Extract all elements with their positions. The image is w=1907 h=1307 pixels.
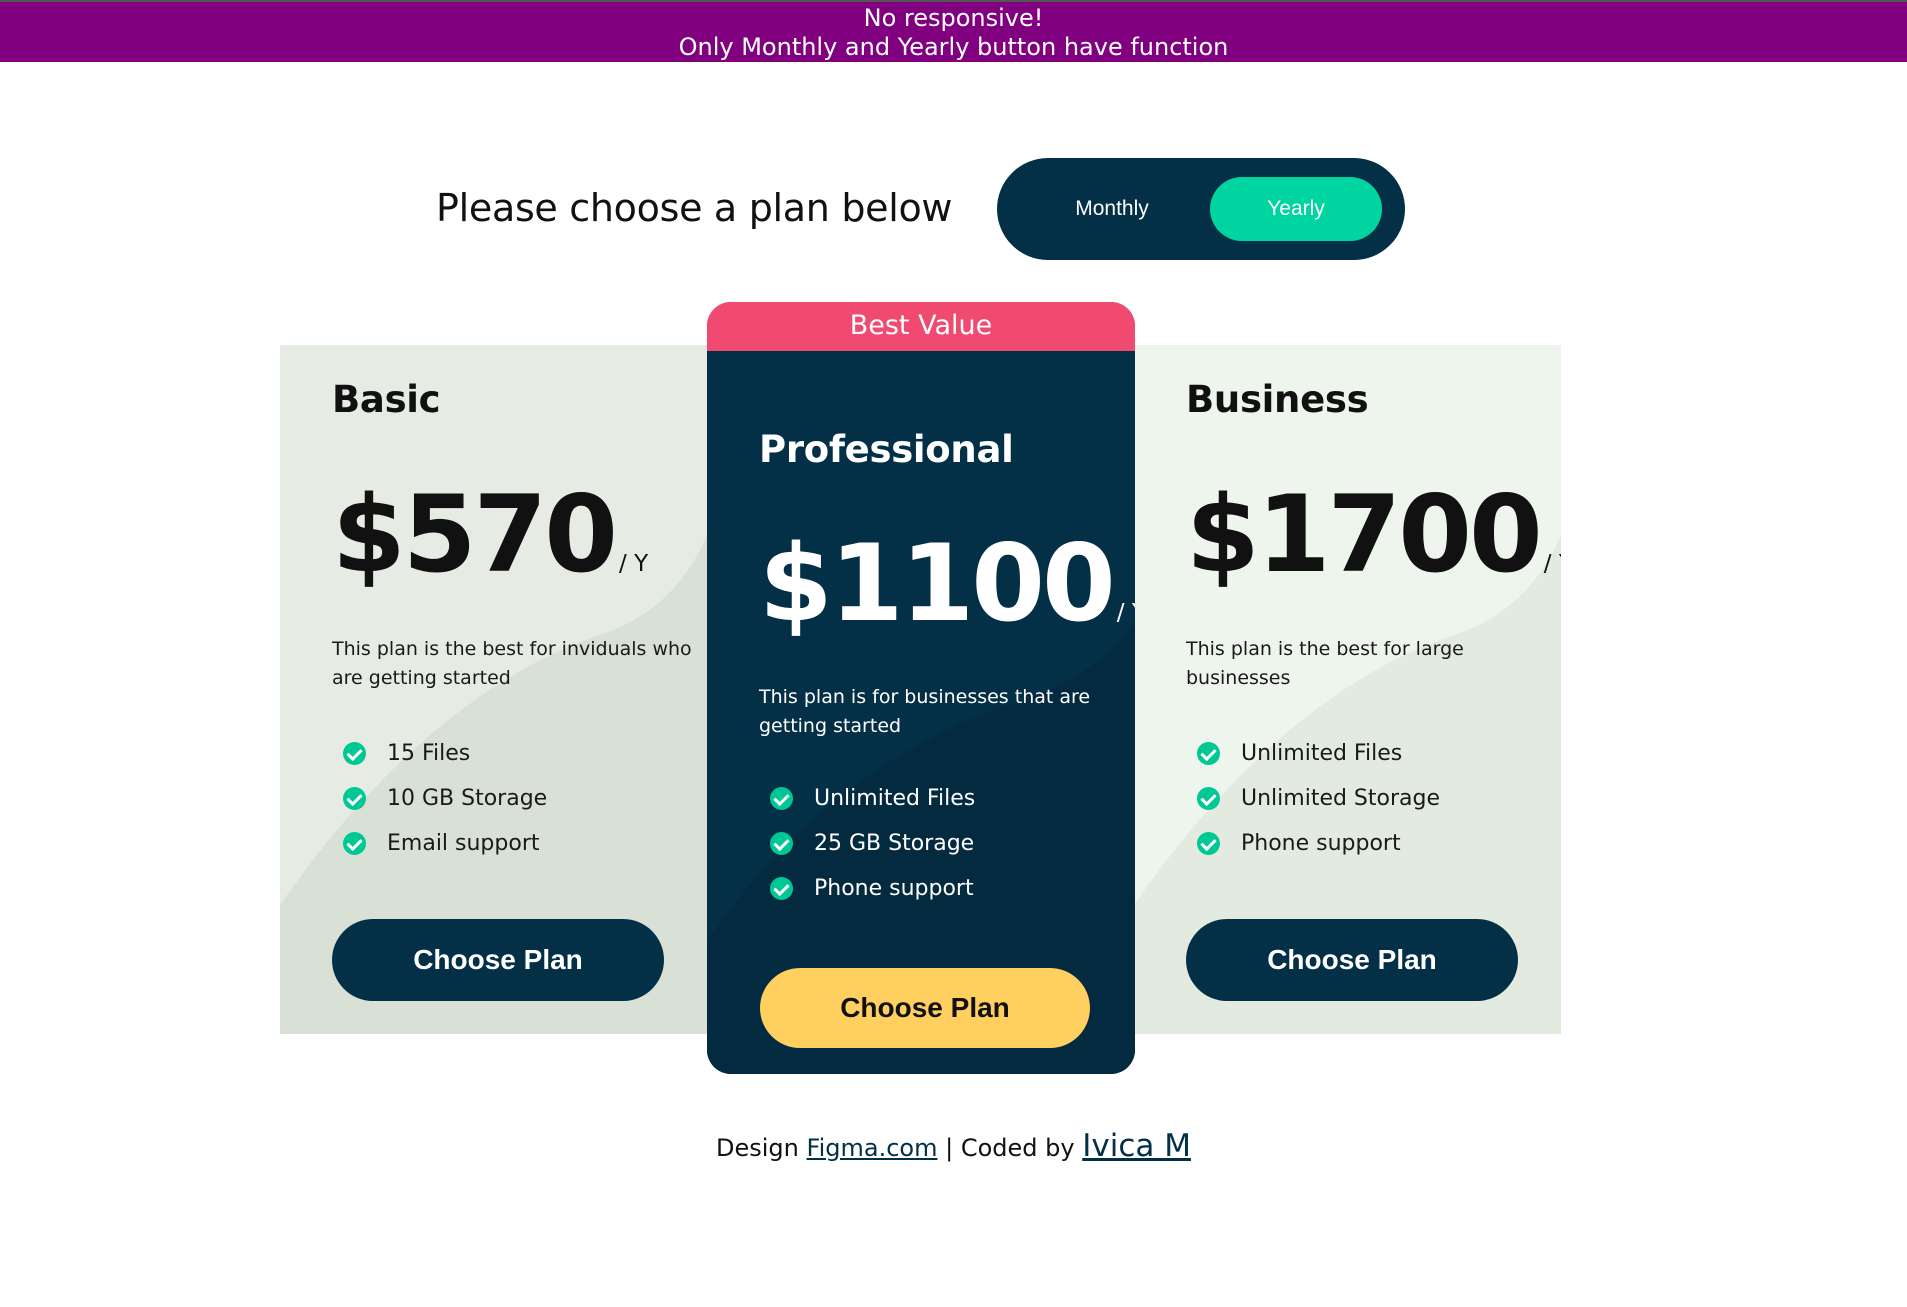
check-icon (343, 787, 366, 810)
feature-item: Phone support (759, 866, 975, 911)
plan-name: Basic (332, 378, 441, 421)
choose-plan-button-professional[interactable]: Choose Plan (760, 968, 1090, 1048)
author-link[interactable]: Ivica M (1082, 1128, 1191, 1164)
check-icon (1197, 742, 1220, 765)
feature-label: Email support (387, 831, 540, 856)
yearly-button[interactable]: Yearly (1210, 177, 1382, 241)
plan-price: $1700/ Y (1186, 473, 1561, 596)
check-icon (770, 832, 793, 855)
price-period: / Y (619, 551, 649, 577)
check-icon (770, 877, 793, 900)
feature-list: 15 Files 10 GB Storage Email support (332, 731, 547, 866)
plan-price: $570/ Y (332, 473, 648, 596)
feature-label: Unlimited Files (814, 786, 976, 811)
plan-name: Professional (759, 428, 1014, 471)
feature-item: 10 GB Storage (332, 776, 547, 821)
feature-label: 10 GB Storage (387, 786, 548, 811)
plan-name: Business (1186, 378, 1369, 421)
feature-label: Phone support (814, 876, 974, 901)
best-value-badge: Best Value (707, 302, 1135, 351)
feature-label: Unlimited Files (1241, 741, 1403, 766)
feature-label: Phone support (1241, 831, 1401, 856)
feature-item: Phone support (1186, 821, 1440, 866)
check-icon (343, 742, 366, 765)
feature-label: 15 Files (387, 741, 471, 766)
check-icon (770, 787, 793, 810)
feature-item: 25 GB Storage (759, 821, 975, 866)
feature-list: Unlimited Files 25 GB Storage Phone supp… (759, 776, 975, 911)
plan-price: $1100/ Y (759, 522, 1135, 645)
notice-line-1: No responsive! (863, 4, 1044, 32)
price-amount: $570 (332, 473, 618, 596)
plan-card-basic: Basic $570/ Y This plan is the best for … (280, 345, 707, 1034)
price-amount: $1100 (759, 522, 1116, 645)
feature-item: Email support (332, 821, 547, 866)
check-icon (343, 832, 366, 855)
check-icon (1197, 787, 1220, 810)
billing-toggle: Monthly Yearly (997, 158, 1405, 260)
footer-design-label: Design (716, 1134, 799, 1162)
footer: Design Figma.com | Coded by Ivica M (0, 1128, 1907, 1164)
feature-list: Unlimited Files Unlimited Storage Phone … (1186, 731, 1440, 866)
price-period: / Y (1543, 551, 1561, 577)
plan-card-professional: Best Value Professional $1100/ Y This pl… (707, 302, 1135, 1074)
feature-item: Unlimited Storage (1186, 776, 1440, 821)
price-amount: $1700 (1186, 473, 1543, 596)
feature-item: Unlimited Files (1186, 731, 1440, 776)
plan-description: This plan is the best for inviduals who … (332, 638, 692, 689)
page-heading: Please choose a plan below (436, 186, 953, 230)
choose-plan-button-business[interactable]: Choose Plan (1186, 919, 1518, 1001)
notice-banner: No responsive! Only Monthly and Yearly b… (0, 0, 1907, 62)
price-period: / Y (1116, 600, 1135, 626)
feature-item: 15 Files (332, 731, 547, 776)
check-icon (1197, 832, 1220, 855)
figma-link[interactable]: Figma.com (807, 1134, 938, 1162)
plan-card-business: Business $1700/ Y This plan is the best … (1134, 345, 1561, 1034)
footer-separator: | Coded by (945, 1134, 1075, 1162)
plan-description: This plan is the best for large business… (1186, 638, 1464, 689)
feature-label: Unlimited Storage (1241, 786, 1441, 811)
monthly-button[interactable]: Monthly (1026, 177, 1198, 241)
choose-plan-button-basic[interactable]: Choose Plan (332, 919, 664, 1001)
feature-label: 25 GB Storage (814, 831, 975, 856)
feature-item: Unlimited Files (759, 776, 975, 821)
notice-line-2: Only Monthly and Yearly button have func… (678, 33, 1229, 61)
plan-description: This plan is for businesses that are get… (759, 686, 1091, 737)
